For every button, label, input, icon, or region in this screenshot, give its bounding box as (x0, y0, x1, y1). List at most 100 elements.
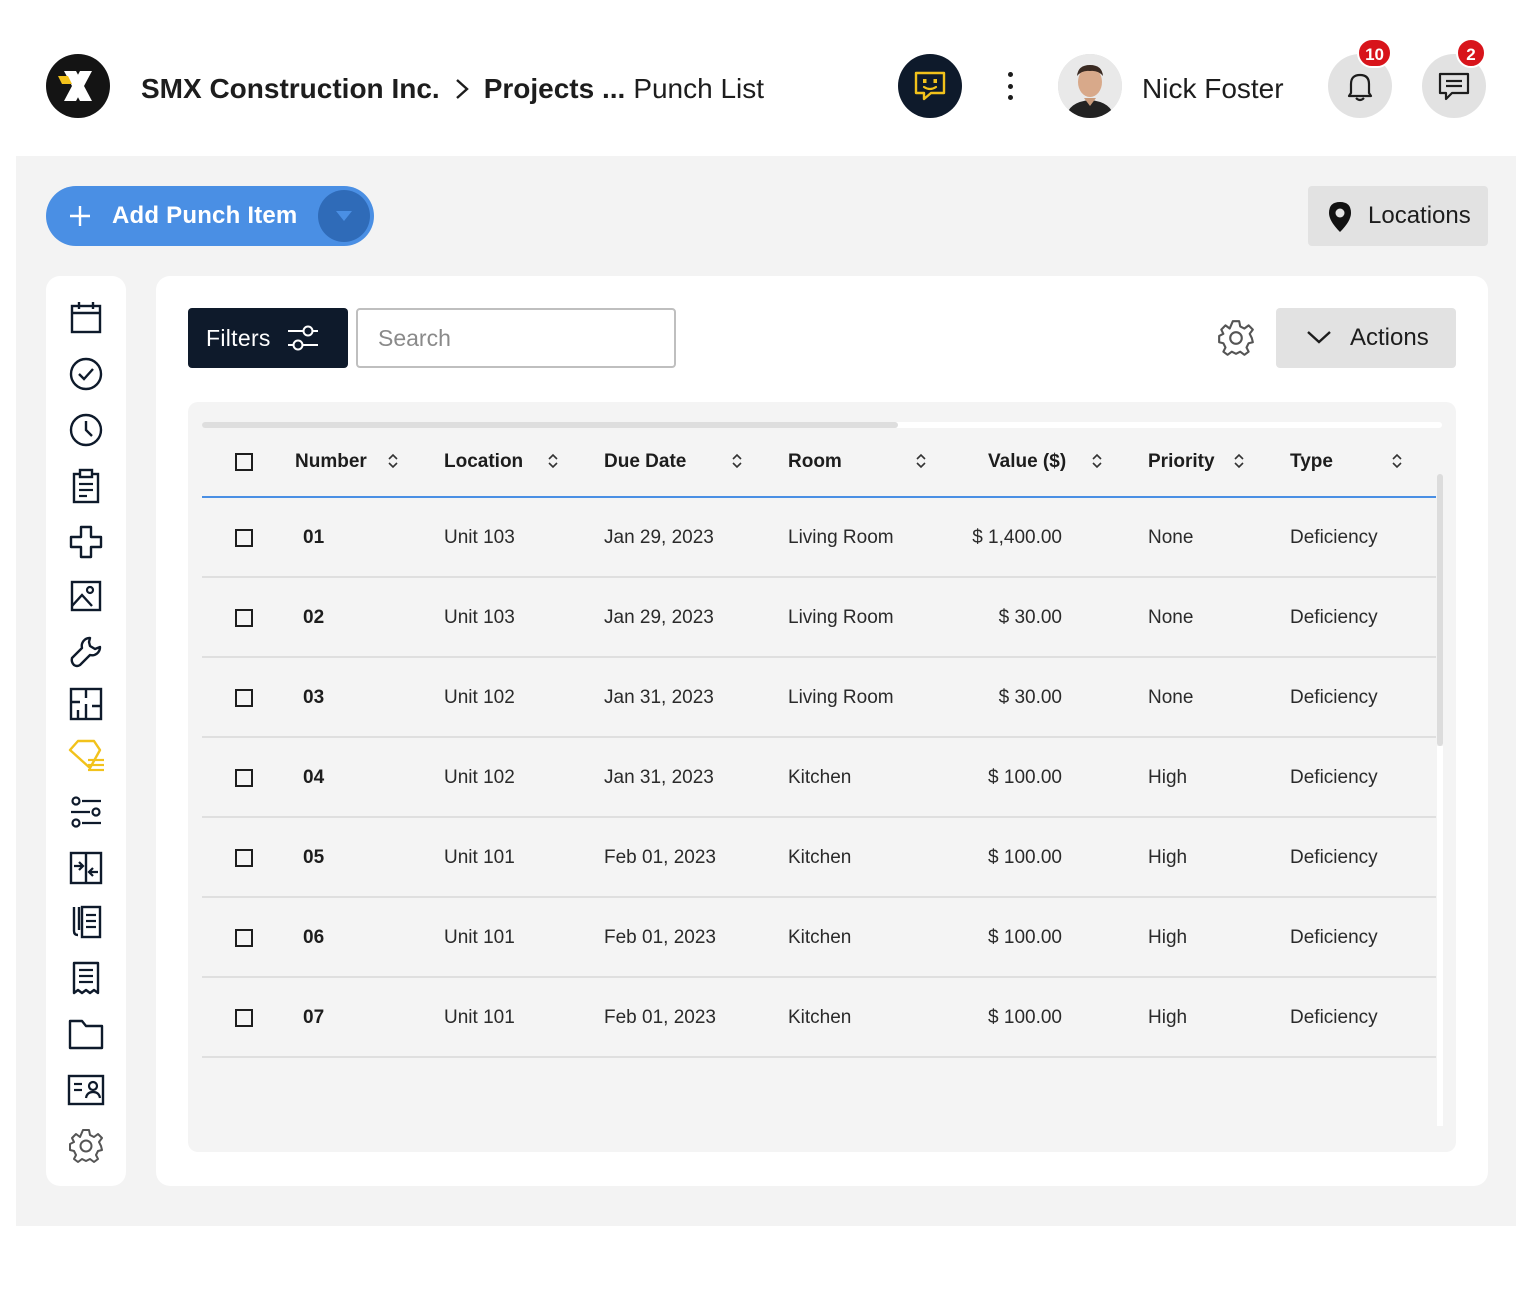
notifications-button[interactable]: 10 (1328, 38, 1392, 118)
column-header-due-date[interactable]: Due Date (604, 428, 686, 496)
cell-room: Living Room (788, 687, 894, 708)
user-name[interactable]: Nick Foster (1142, 70, 1284, 108)
messages-button[interactable]: 2 (1422, 38, 1486, 118)
cell-number: 06 (303, 927, 325, 948)
medical-cross-icon[interactable] (66, 522, 106, 562)
sort-icon[interactable] (915, 452, 927, 470)
locations-button[interactable]: Locations (1308, 186, 1488, 246)
documents-icon[interactable] (66, 902, 106, 942)
row-checkbox[interactable] (235, 529, 253, 547)
sort-icon[interactable] (731, 452, 743, 470)
cell-room: Living Room (788, 607, 894, 628)
column-header-room[interactable]: Room (788, 428, 842, 496)
cell-value: $ 100.00 (988, 767, 1062, 788)
main-area: Add Punch Item Locations Filters Search … (16, 156, 1516, 1226)
add-punch-item-label: Add Punch Item (112, 202, 298, 229)
chevron-right-icon (454, 77, 470, 101)
more-options-icon[interactable] (996, 70, 1024, 102)
add-options-dropdown[interactable] (318, 190, 370, 242)
column-header-location[interactable]: Location (444, 428, 523, 496)
row-checkbox[interactable] (235, 609, 253, 627)
cell-value: $ 100.00 (988, 1007, 1062, 1028)
column-header-priority[interactable]: Priority (1148, 428, 1215, 496)
cell-type: Deficiency (1290, 927, 1378, 948)
table-row[interactable]: 06 Unit 101 Feb 01, 2023 Kitchen $ 100.00 Hig… (202, 898, 1436, 978)
cell-number: 04 (303, 767, 325, 788)
filter-sliders-icon (288, 325, 318, 351)
sort-icon[interactable] (1091, 452, 1103, 470)
vertical-scroll-track[interactable] (1437, 746, 1443, 1126)
company-logo[interactable] (46, 54, 110, 118)
table-row[interactable]: 03 Unit 102 Jan 31, 2023 Living Room $ 30.00… (202, 658, 1436, 738)
floor-plan-icon[interactable] (66, 684, 106, 724)
filters-button[interactable]: Filters (188, 308, 348, 368)
table-row[interactable]: 04 Unit 102 Jan 31, 2023 Kitchen $ 100.00 Hig… (202, 738, 1436, 818)
cell-due-date: Feb 01, 2023 (604, 847, 716, 868)
image-icon[interactable] (66, 576, 106, 616)
cell-due-date: Jan 29, 2023 (604, 607, 714, 628)
avatar[interactable] (1058, 54, 1122, 118)
column-header-number[interactable]: Number (295, 428, 367, 496)
cell-number: 01 (303, 527, 325, 548)
sort-icon[interactable] (387, 452, 399, 470)
select-all-checkbox[interactable] (235, 453, 253, 471)
breadcrumb-company[interactable]: SMX Construction Inc. (141, 73, 440, 105)
punch-list-panel: Filters Actions Number (156, 276, 1488, 1186)
clock-icon[interactable] (66, 410, 106, 450)
locations-label: Locations (1368, 202, 1471, 229)
actions-button[interactable]: Actions (1276, 308, 1456, 368)
compare-icon[interactable] (66, 848, 106, 888)
table-row[interactable]: 02 Unit 103 Jan 29, 2023 Living Room $ 30.00… (202, 578, 1436, 658)
assistant-button[interactable] (898, 54, 962, 118)
punch-tag-icon[interactable] (66, 736, 106, 776)
sort-icon[interactable] (1391, 452, 1403, 470)
sidebar (46, 276, 126, 1186)
cell-priority: None (1148, 687, 1194, 708)
cell-number: 05 (303, 847, 325, 868)
row-checkbox[interactable] (235, 769, 253, 787)
table-row[interactable]: 07 Unit 101 Feb 01, 2023 Kitchen $ 100.00 Hig… (202, 978, 1436, 1058)
row-checkbox[interactable] (235, 689, 253, 707)
message-icon (1438, 72, 1470, 101)
table-row[interactable]: 05 Unit 101 Feb 01, 2023 Kitchen $ 100.00 Hig… (202, 818, 1436, 898)
cell-due-date: Jan 31, 2023 (604, 767, 714, 788)
add-punch-item-button[interactable]: Add Punch Item (46, 186, 374, 246)
table-row[interactable]: 01 Unit 103 Jan 29, 2023 Living Room $ 1,400… (202, 498, 1436, 578)
breadcrumb-projects[interactable]: Projects ... (484, 73, 626, 105)
cell-due-date: Jan 29, 2023 (604, 527, 714, 548)
sort-icon[interactable] (547, 452, 559, 470)
table-settings-icon[interactable] (1216, 318, 1256, 358)
cell-number: 07 (303, 1007, 325, 1028)
cell-room: Kitchen (788, 1007, 852, 1028)
cell-priority: None (1148, 607, 1194, 628)
cell-type: Deficiency (1290, 767, 1378, 788)
filters-label: Filters (206, 325, 271, 351)
check-circle-icon[interactable] (66, 354, 106, 394)
sort-icon[interactable] (1233, 452, 1245, 470)
chevron-down-icon (1307, 331, 1331, 344)
cell-type: Deficiency (1290, 607, 1378, 628)
column-header-type[interactable]: Type (1290, 428, 1333, 496)
cell-type: Deficiency (1290, 687, 1378, 708)
row-checkbox[interactable] (235, 1009, 253, 1027)
vertical-scrollbar[interactable] (1437, 474, 1443, 746)
sliders-icon[interactable] (66, 792, 106, 832)
column-header-value[interactable]: Value ($) (988, 428, 1066, 496)
settings-icon[interactable] (66, 1126, 106, 1166)
row-checkbox[interactable] (235, 849, 253, 867)
receipt-icon[interactable] (66, 958, 106, 998)
wrench-icon[interactable] (66, 632, 106, 672)
cell-type: Deficiency (1290, 847, 1378, 868)
contact-card-icon[interactable] (66, 1070, 106, 1110)
user-photo (1058, 54, 1122, 118)
search-input[interactable] (356, 308, 676, 368)
calendar-icon[interactable] (66, 298, 106, 338)
folder-icon[interactable] (66, 1014, 106, 1054)
clipboard-icon[interactable] (66, 466, 106, 506)
row-checkbox[interactable] (235, 929, 253, 947)
breadcrumb: SMX Construction Inc. Projects ... Punch… (141, 70, 764, 108)
cell-priority: None (1148, 527, 1194, 548)
punch-items-table: Number Location Due Date Room Value ($) … (188, 402, 1456, 1152)
bell-icon (1347, 73, 1373, 102)
cell-priority: High (1148, 847, 1188, 868)
